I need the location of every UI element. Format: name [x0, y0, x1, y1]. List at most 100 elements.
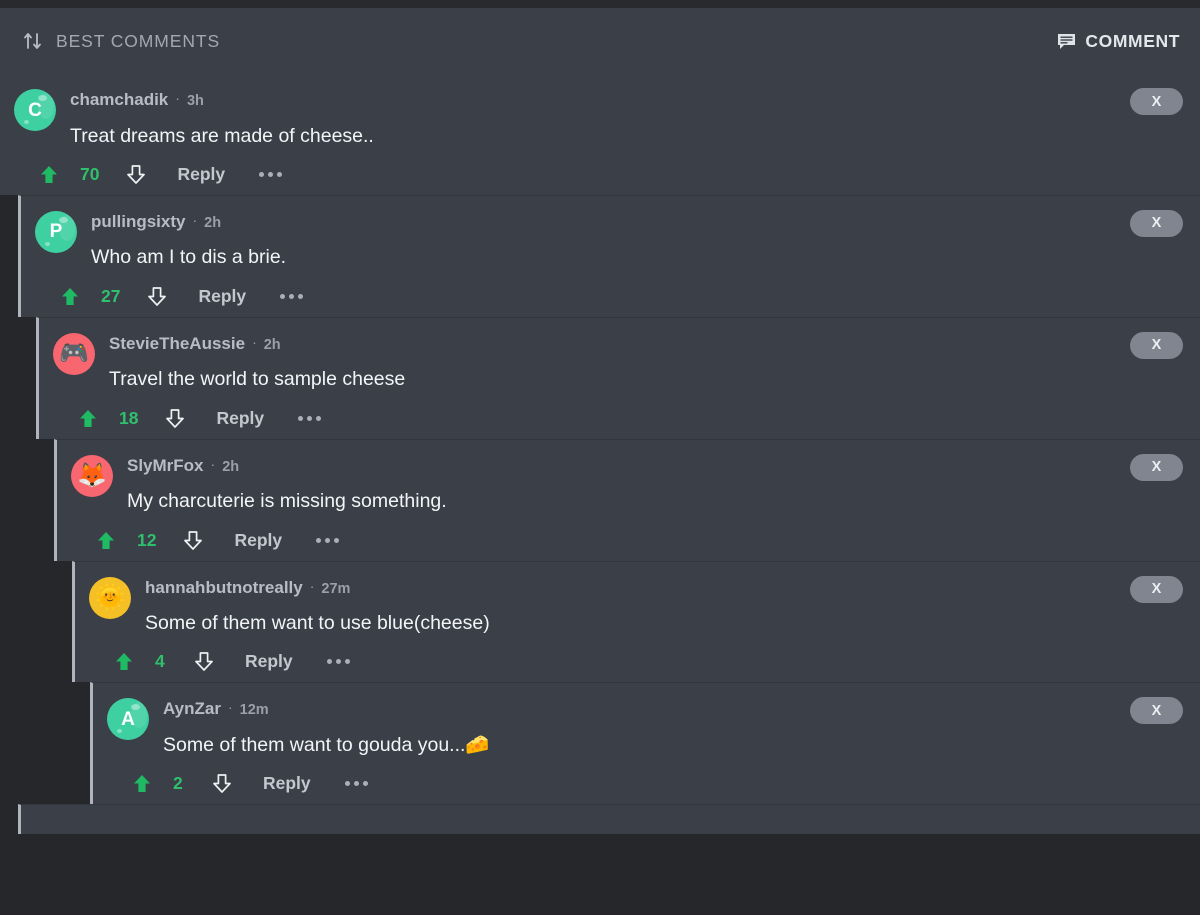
comment-bubble-icon [1057, 33, 1076, 50]
username[interactable]: hannahbutnotreally [145, 579, 303, 596]
more-options-icon[interactable] [296, 412, 323, 425]
avatar-letter: A [121, 708, 135, 730]
dismiss-button[interactable]: X [1130, 88, 1183, 115]
comment-node: X 🦊 SlyMrFox · 2h My charcuterie is missing s… [54, 438, 1200, 561]
username[interactable]: AynZar [163, 700, 221, 717]
avatar-emoji: 🎮 [59, 339, 89, 367]
downvote-arrow-icon[interactable] [191, 652, 217, 672]
byline: pullingsixty · 2h [91, 210, 1200, 231]
comment-actions: 2 Reply [93, 773, 1200, 794]
more-options-icon[interactable] [314, 534, 341, 547]
avatar-letter: C [28, 99, 42, 121]
sort-updown-icon [22, 31, 44, 51]
comment-text: Travel the world to sample cheese [109, 368, 406, 391]
meta-separator: · [175, 90, 180, 106]
upvote-arrow-icon[interactable] [57, 287, 83, 306]
reply-button[interactable]: Reply [198, 286, 246, 307]
comment-age: 27m [321, 580, 351, 597]
comment-head: Cchamchadik · 3h Treat dreams are made of c… [0, 88, 1200, 148]
next-comment-partial [18, 804, 1200, 835]
comment-text: My charcuterie is missing something. [127, 490, 447, 513]
comment-head: 🎮 StevieTheAussie · 2h Travel the world to s… [39, 332, 1200, 392]
comment-head: Ppullingsixty · 2h Who am I to dis a brie. [21, 210, 1200, 270]
meta-separator: · [252, 333, 257, 350]
byline: hannahbutnotreally · 27m [145, 576, 1200, 597]
meta-separator: · [227, 699, 233, 716]
downvote-arrow-icon[interactable] [180, 530, 206, 550]
reply-button[interactable]: Reply [245, 651, 293, 672]
dismiss-button[interactable]: X [1130, 575, 1183, 603]
dismiss-button[interactable]: X [1130, 453, 1183, 481]
meta-separator: · [309, 577, 315, 594]
avatar-letter: P [49, 221, 63, 243]
username[interactable]: StevieTheAussie [109, 335, 245, 352]
byline: StevieTheAussie · 2h [109, 332, 1200, 353]
sort-label: BEST COMMENTS [56, 30, 221, 51]
downvote-arrow-icon[interactable] [162, 408, 188, 428]
meta-separator: · [210, 455, 216, 472]
meta-separator: · [192, 211, 198, 228]
comment-head: A AynZar · 12m Some of them want to gouda yo… [93, 697, 1200, 757]
more-options-icon[interactable] [278, 290, 305, 303]
comment-node: X 🌞 hannahbutnotreally · 27m Some of them wan… [72, 560, 1200, 683]
comment-text: Who am I to dis a brie. [91, 246, 287, 269]
comment-body: X 🎮 StevieTheAussie · 2h Travel the world to … [36, 316, 1200, 439]
comment-body: X Cchamchadik · 3h Treat dreams are made of … [0, 74, 1200, 195]
comment-main: pullingsixty · 2h Who am I to dis a brie. [91, 210, 1200, 270]
upvote-arrow-icon[interactable] [75, 409, 101, 428]
comment-actions: 27 Reply [21, 286, 1200, 307]
comment-age: 2h [204, 214, 222, 231]
comment-text: Some of them want to use blue(cheese) [145, 612, 490, 634]
vote-score: 27 [101, 285, 121, 306]
downvote-arrow-icon[interactable] [209, 774, 235, 794]
top-strip [0, 0, 1200, 8]
downvote-arrow-icon[interactable] [123, 165, 149, 184]
more-options-icon[interactable] [325, 655, 352, 668]
comment-actions: 4 Reply [75, 651, 1200, 672]
comment-actions: 12 Reply [57, 530, 1200, 551]
dismiss-button[interactable]: X [1130, 209, 1183, 237]
reply-button[interactable]: Reply [216, 408, 264, 429]
more-options-icon[interactable] [343, 777, 370, 790]
reply-button[interactable]: Reply [234, 530, 282, 551]
byline: SlyMrFox · 2h [127, 454, 1200, 475]
dismiss-button[interactable]: X [1130, 331, 1183, 359]
comment-text: Treat dreams are made of cheese.. [70, 124, 374, 147]
byline: chamchadik · 3h [70, 88, 1200, 109]
comment-node: X A AynZar · 12m Some of them want to gouda y… [90, 682, 1200, 805]
downvote-arrow-icon[interactable] [144, 286, 170, 306]
avatar[interactable]: P [35, 210, 77, 253]
avatar[interactable]: 🎮 [53, 332, 95, 375]
avatar[interactable]: 🌞 [89, 576, 131, 619]
comments-page: BEST COMMENTS COMMENT X Cchamchadik · 3h Tre… [0, 0, 1200, 915]
comment-age: 12m [239, 702, 269, 719]
comment-age: 3h [186, 93, 204, 109]
reply-button[interactable]: Reply [177, 164, 225, 185]
vote-score: 12 [137, 529, 157, 550]
comment-main: StevieTheAussie · 2h Travel the world to sa… [109, 332, 1200, 392]
comment-actions: 18 Reply [39, 408, 1200, 429]
avatar[interactable]: A [107, 698, 149, 741]
more-options-icon[interactable] [257, 168, 284, 181]
upvote-arrow-icon[interactable] [111, 652, 137, 671]
upvote-arrow-icon[interactable] [129, 774, 155, 793]
dismiss-button[interactable]: X [1130, 697, 1183, 725]
avatar[interactable]: C [14, 89, 56, 131]
comment-head: 🌞 hannahbutnotreally · 27m Some of them want… [75, 576, 1200, 636]
reply-button[interactable]: Reply [263, 773, 311, 794]
comment-button[interactable]: COMMENT [1057, 31, 1180, 52]
avatar[interactable]: 🦊 [71, 454, 113, 497]
upvote-arrow-icon[interactable] [93, 531, 119, 550]
sort-control[interactable]: BEST COMMENTS [22, 31, 220, 52]
vote-score: 18 [119, 407, 139, 428]
comment-head: 🦊 SlyMrFox · 2h My charcuterie is missing so… [57, 454, 1200, 514]
upvote-arrow-icon[interactable] [36, 165, 62, 184]
username[interactable]: SlyMrFox [127, 457, 204, 474]
comment-main: SlyMrFox · 2h My charcuterie is missing som… [127, 454, 1200, 514]
comment-body: X 🦊 SlyMrFox · 2h My charcuterie is missing s… [54, 438, 1200, 561]
username[interactable]: pullingsixty [91, 213, 185, 230]
comment-body: X 🌞 hannahbutnotreally · 27m Some of them wan… [72, 560, 1200, 683]
comment-node: X 🎮 StevieTheAussie · 2h Travel the world to … [36, 316, 1200, 439]
username[interactable]: chamchadik [70, 91, 168, 108]
comment-node: X Cchamchadik · 3h Treat dreams are made of … [0, 74, 1200, 195]
